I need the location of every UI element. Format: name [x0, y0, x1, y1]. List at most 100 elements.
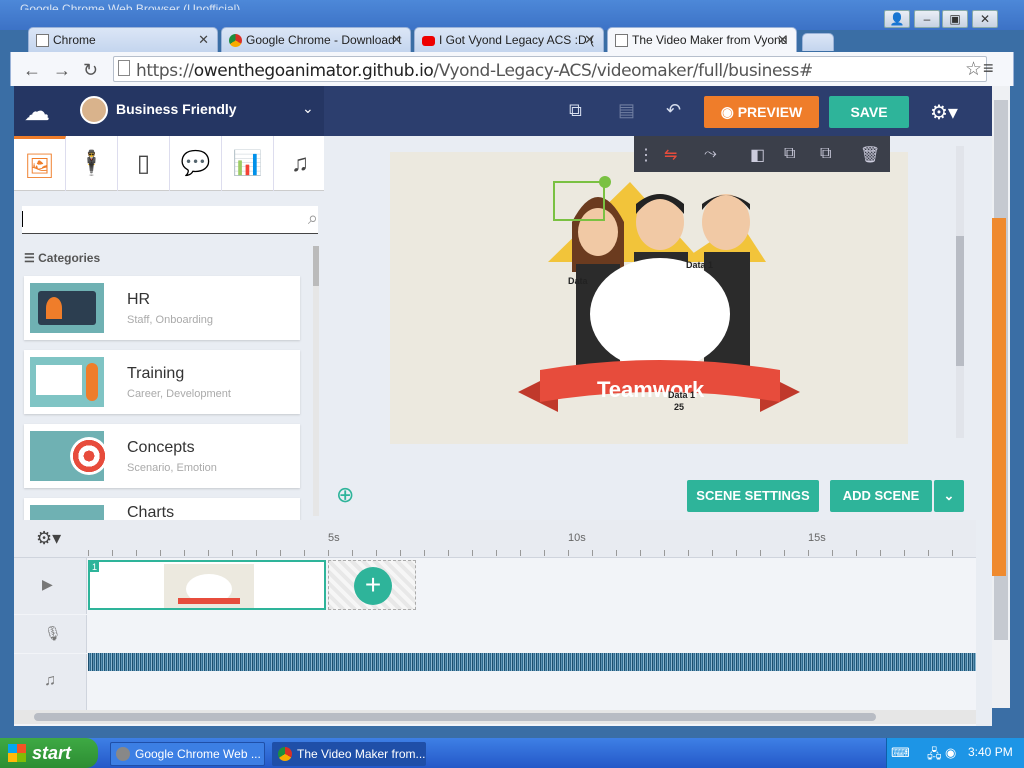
search-icon[interactable]: ⌕ [308, 208, 318, 229]
charts-image [30, 505, 104, 520]
category-hr[interactable]: HR Staff, Onboarding [24, 276, 300, 340]
upload-cloud-icon[interactable]: ☁ [24, 96, 50, 127]
reload-icon[interactable]: ↻ [83, 60, 98, 81]
url-text[interactable]: https://owenthegoanimator.github.io/Vyon… [136, 61, 813, 81]
list-icon: ☰ [24, 251, 35, 265]
add-scene-clip[interactable]: + [328, 560, 416, 610]
trash-icon[interactable]: 🗑 [860, 145, 880, 165]
bar-chart-icon: 📊 [232, 150, 263, 177]
bring-forward-icon[interactable]: ⧉ [820, 145, 831, 163]
speech-bubble-icon: 💬 [180, 150, 211, 177]
audio-waveform[interactable] [88, 653, 976, 671]
zoom-in-icon[interactable]: ⊕ [336, 482, 354, 508]
copy-object-icon[interactable]: ⧉ [784, 145, 795, 163]
tab-props[interactable]: 🖼 [14, 136, 66, 191]
tab-google-chrome-download[interactable]: Google Chrome - Download t ✕ [221, 27, 411, 52]
flip-icon[interactable]: ◧ [750, 145, 765, 165]
chrome-icon [278, 747, 292, 761]
chart-label-data-1: Data 1 [686, 260, 714, 270]
theme-name: Business Friendly [116, 101, 237, 117]
scene-settings-button[interactable]: SCENE SETTINGS [687, 480, 819, 512]
tab-video-maker[interactable]: The Video Maker from Vyond ✕ [607, 27, 797, 52]
stage-scroll-thumb[interactable] [956, 236, 964, 366]
side-accent-strip [992, 218, 1006, 576]
category-subtitle: Career, Development [127, 388, 231, 400]
text-cursor [22, 211, 23, 227]
category-concepts[interactable]: Concepts Scenario, Emotion [24, 424, 300, 488]
close-tab-icon[interactable]: ✕ [777, 32, 788, 48]
asset-search-input[interactable]: ⌕ [22, 206, 318, 234]
tab-youtube-video[interactable]: I Got Vyond Legacy ACS :D ( ✕ [414, 27, 604, 52]
microphone-icon: 🎙 [44, 625, 62, 641]
category-charts[interactable]: Charts [24, 498, 300, 520]
page-icon [118, 60, 130, 76]
app-icon [116, 747, 130, 761]
back-arrow-icon[interactable]: ← [23, 60, 41, 81]
bookmark-star-icon[interactable]: ☆ [965, 58, 982, 81]
category-title: Charts [127, 504, 175, 520]
tab-label: Chrome [53, 33, 96, 47]
close-tab-icon[interactable]: ✕ [198, 32, 209, 48]
tab-devices[interactable]: ▯ [118, 136, 170, 191]
document-icon [615, 34, 628, 47]
category-training[interactable]: Training Career, Development [24, 350, 300, 414]
character-icon: 🕴 [76, 150, 107, 177]
category-title: HR [127, 291, 151, 308]
scene-number: 1 [90, 562, 100, 572]
tab-label: Google Chrome - Download t [246, 33, 402, 47]
scene-canvas[interactable]: Teamwork Data 1 Data Data 1 25 [390, 152, 908, 444]
category-subtitle: Scenario, Emotion [127, 462, 217, 474]
maximize-button[interactable]: ▣ [942, 10, 968, 28]
minimize-button[interactable]: – [914, 10, 940, 28]
forward-arrow-icon[interactable]: → [53, 60, 71, 81]
timeline-scroll-thumb[interactable] [34, 713, 876, 721]
add-scene-dropdown[interactable]: ⌄ [934, 480, 964, 512]
document-icon [36, 34, 49, 47]
tab-text[interactable]: 💬 [170, 136, 222, 191]
paste-icon[interactable]: ▤ [618, 100, 635, 121]
asset-panel-scrollbar[interactable] [313, 246, 319, 516]
menu-icon[interactable]: ≡ [983, 58, 994, 79]
music-track-label: ♫ [14, 654, 87, 710]
chart-label-data: Data [568, 276, 588, 286]
save-button[interactable]: SAVE [829, 96, 909, 128]
settings-gear-icon[interactable]: ⚙▾ [930, 100, 958, 125]
asset-panel-scroll-thumb[interactable] [313, 246, 319, 286]
start-button[interactable]: start [0, 738, 98, 768]
tab-audio[interactable]: ♫ [274, 136, 326, 191]
object-toolbar: ⋮ ⇋ ⤳ ◧ ⧉ ⧉ 🗑 [634, 136, 890, 172]
new-tab-button[interactable] [802, 33, 834, 51]
video-track-label: ▶ [14, 558, 87, 614]
theme-selector[interactable]: ☁ Business Friendly ⌄ [14, 86, 324, 136]
volume-icon[interactable]: ◉ [945, 745, 956, 761]
concepts-target-image [30, 431, 108, 481]
timeline-settings-icon[interactable]: ⚙▾ [36, 528, 61, 549]
close-tab-icon[interactable]: ✕ [391, 32, 402, 48]
chevron-down-icon[interactable]: ⌄ [302, 100, 314, 117]
category-title: Training [127, 365, 185, 382]
preview-button[interactable]: ◉ PREVIEW [704, 96, 819, 128]
timeline-ruler[interactable]: ⚙▾ 5s 10s 15s [14, 520, 976, 558]
task-google-chrome-web[interactable]: Google Chrome Web ... [110, 742, 265, 766]
address-bar[interactable]: https://owenthegoanimator.github.io/Vyon… [113, 56, 987, 82]
tab-characters[interactable]: 🕴 [66, 136, 118, 191]
add-scene-button[interactable]: ADD SCENE [830, 480, 932, 512]
swap-icon[interactable]: ⇋ [664, 145, 677, 165]
scene-clip[interactable]: 1 [88, 560, 326, 610]
task-video-maker[interactable]: The Video Maker from... [272, 742, 426, 766]
category-subtitle: Staff, Onboarding [127, 314, 214, 326]
keyboard-icon[interactable]: ⌨ [891, 745, 910, 761]
tick-15s: 15s [808, 532, 826, 544]
close-button[interactable]: ✕ [972, 10, 998, 28]
music-note-icon: ♫ [44, 672, 56, 689]
close-tab-icon[interactable]: ✕ [584, 32, 595, 48]
undo-icon[interactable]: ↶ [666, 100, 681, 121]
tab-charts[interactable]: 📊 [222, 136, 274, 191]
video-camera-icon: ▶ [42, 576, 53, 592]
drag-handle-icon[interactable]: ⋮ [638, 145, 654, 165]
tab-chrome[interactable]: Chrome ✕ [28, 27, 218, 52]
user-icon[interactable]: 👤 [884, 10, 910, 28]
motion-path-icon[interactable]: ⤳ [704, 145, 717, 163]
copy-icon[interactable]: ⧉ [569, 100, 582, 121]
network-icon[interactable]: 🖧 [927, 745, 942, 767]
